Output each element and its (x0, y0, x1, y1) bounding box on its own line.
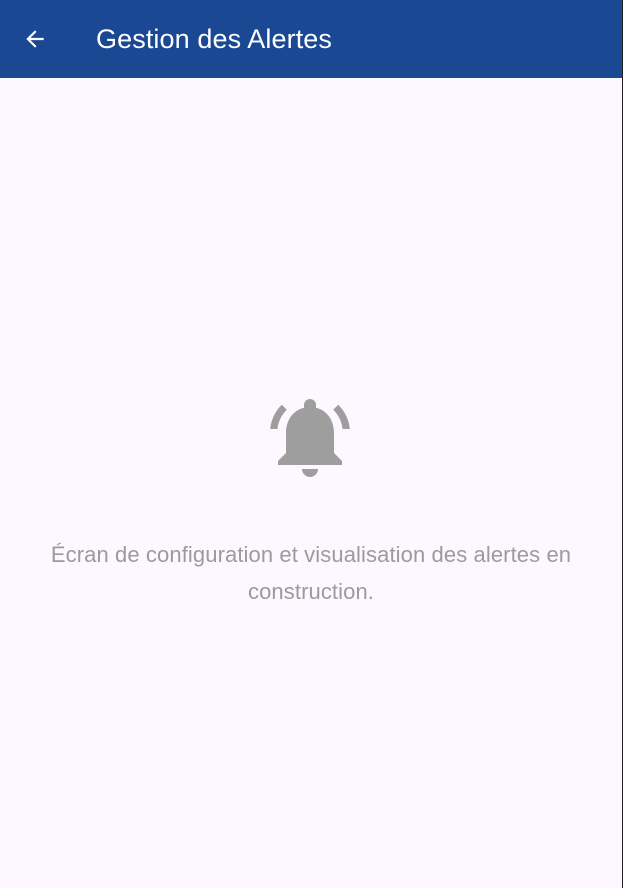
page-title: Gestion des Alertes (96, 24, 333, 54)
main-content: Écran de configuration et visualisation … (0, 78, 622, 888)
construction-message: Écran de configuration et visualisation … (50, 542, 572, 604)
bell-ringing-icon (262, 389, 358, 485)
app-bar: Gestion des Alertes (0, 0, 622, 78)
arrow-left-icon (22, 26, 48, 52)
back-button[interactable] (15, 19, 55, 59)
